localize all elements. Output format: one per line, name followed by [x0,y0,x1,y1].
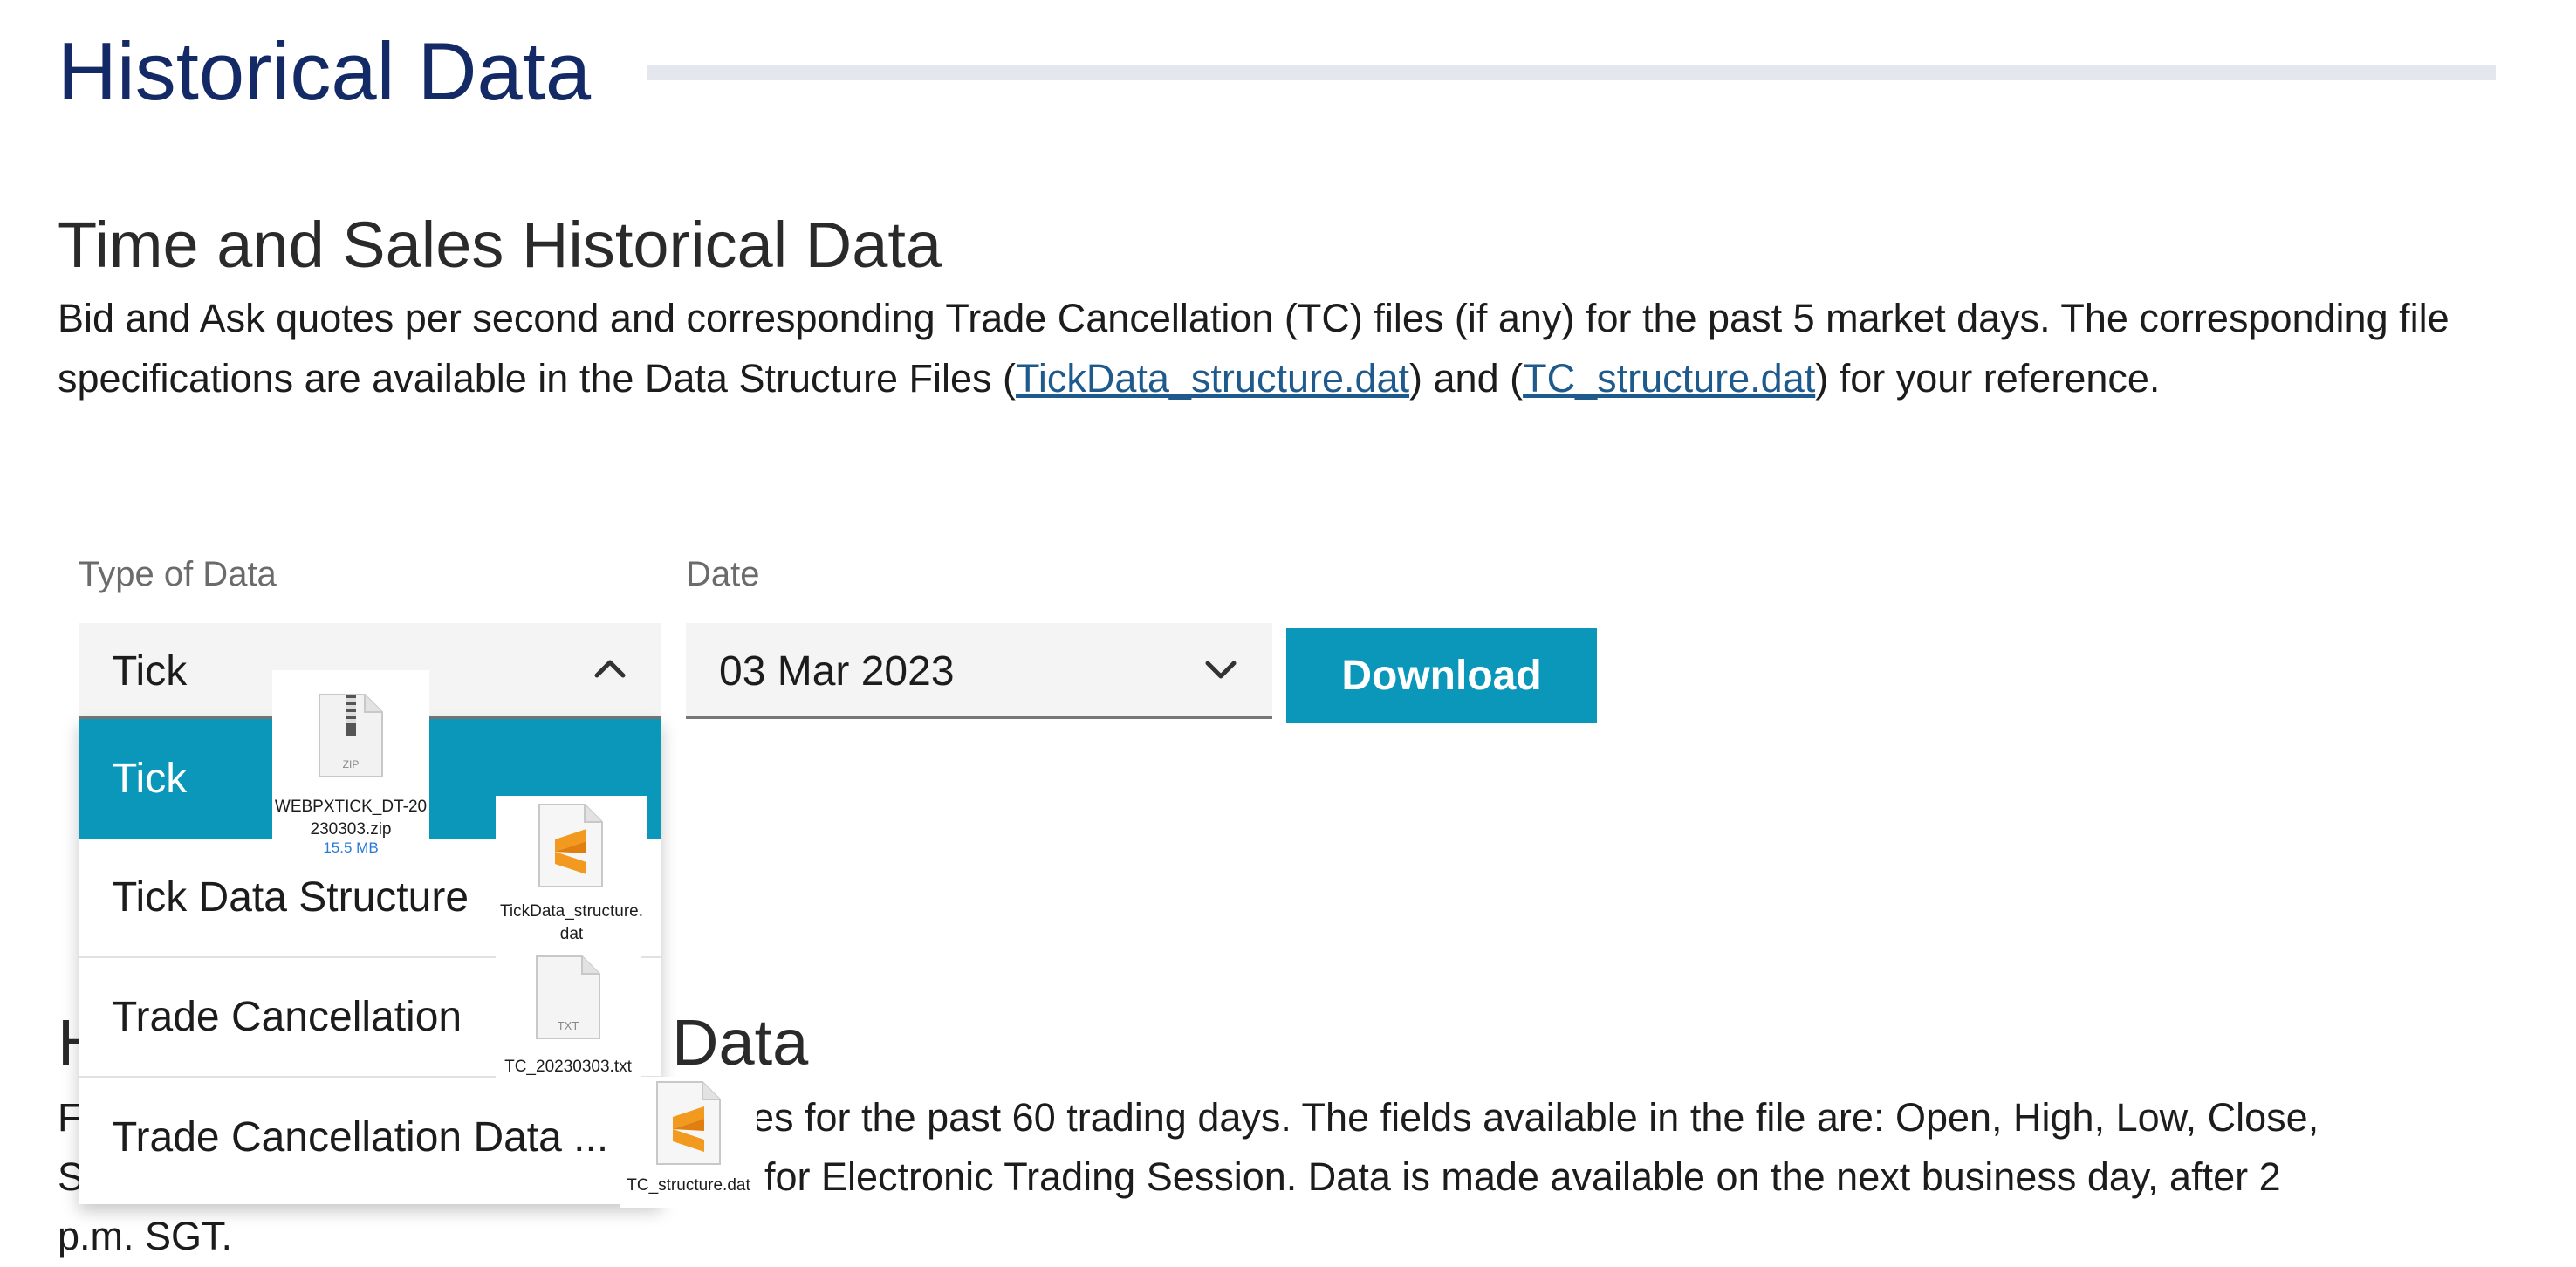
type-of-data-label: Type of Data [79,555,277,593]
zip-file-icon: ZIP [319,694,383,777]
file-name: WEBPXTICK_DT-20230303.zip [274,798,428,839]
section-title-partial-end: Data [672,1006,809,1079]
file-tile-tc-txt[interactable]: TXT TC_20230303.txt [496,953,641,1084]
zip-badge: ZIP [343,758,360,770]
tc-structure-link[interactable]: TC_structure.dat [1523,356,1815,401]
sublime-text-file-icon [656,1081,721,1165]
desc-text-2: ) and ( [1409,356,1524,401]
type-of-data-value: Tick [112,648,188,695]
chevron-up-icon [594,660,626,678]
second-desc-line1-end: es for the past 60 trading days. The fie… [752,1095,2319,1140]
date-select[interactable]: 03 Mar 2023 [686,623,1272,719]
dropdown-option-trade-cancellation-data[interactable]: Trade Cancellation Data ... [79,1078,661,1197]
file-tile-tickdata-structure[interactable]: TickData_structure.dat [496,796,647,949]
title-divider [647,65,2496,80]
section-description: Bid and Ask quotes per second and corres… [58,288,2501,408]
file-size: 15.5 MB [323,839,379,856]
txt-badge: TXT [558,1019,579,1032]
tickdata-structure-link[interactable]: TickData_structure.dat [1016,356,1409,401]
file-name: TC_20230303.txt [504,1058,632,1076]
desc-text-3: ) for your reference. [1815,356,2161,401]
file-tile-zip[interactable]: ZIP WEBPXTICK_DT-20230303.zip 15.5 MB [272,670,429,864]
download-button[interactable]: Download [1286,628,1597,723]
chevron-down-icon [1205,661,1237,679]
file-tile-tc-structure[interactable]: TC_structure.dat [620,1077,757,1208]
date-label: Date [686,555,760,593]
second-desc-line3: p.m. SGT. [58,1214,233,1258]
file-name: TickData_structure.dat [499,902,643,943]
second-desc-line2-end: for Electronic Trading Session. Data is … [764,1154,2281,1199]
date-value: 03 Mar 2023 [719,648,955,695]
page-title: Historical Data [58,25,592,117]
section-title-time-and-sales: Time and Sales Historical Data [58,209,942,281]
file-name: TC_structure.dat [627,1176,750,1195]
sublime-text-file-icon [538,804,603,887]
text-file-icon: TXT [536,955,600,1039]
